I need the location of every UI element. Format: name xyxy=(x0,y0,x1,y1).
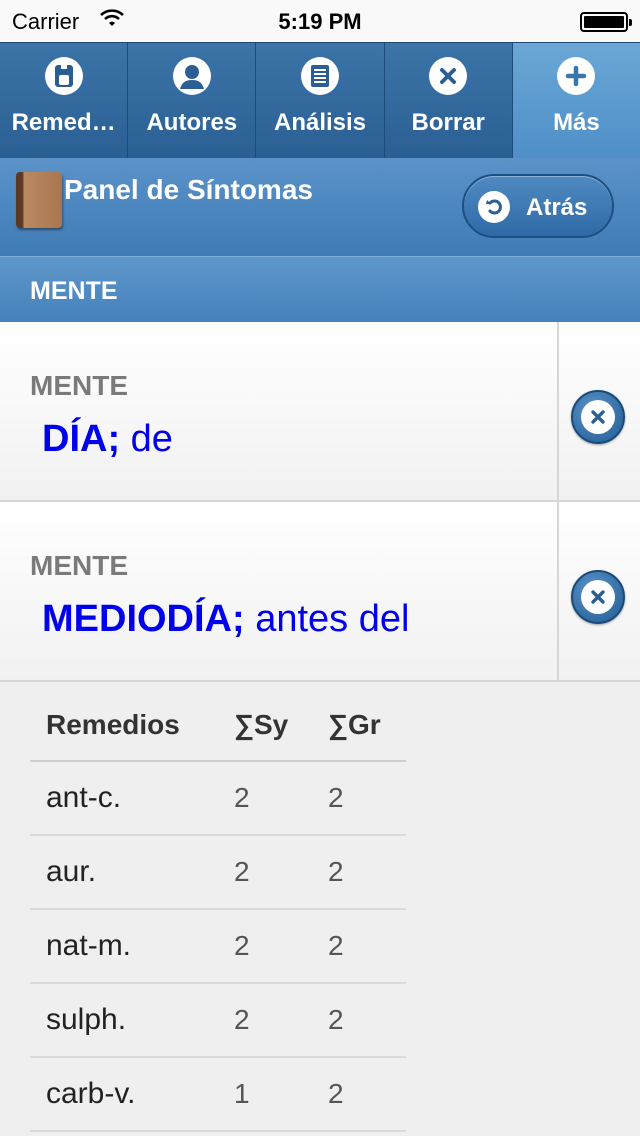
panel-header: Panel de Síntomas Atrás xyxy=(0,158,640,256)
tab-borrar[interactable]: Borrar xyxy=(385,43,513,158)
status-bar: Carrier 5:19 PM xyxy=(0,0,640,42)
section-header: MENTE xyxy=(0,256,640,322)
sum-symptoms: 2 xyxy=(234,930,250,961)
page-title: Panel de Síntomas xyxy=(64,174,313,205)
column-header-sum-symptoms[interactable]: ∑Sy xyxy=(234,709,328,741)
symptom-rubric[interactable]: MEDIODÍA; antes del xyxy=(42,598,409,641)
symptom-category: MENTE xyxy=(30,370,128,401)
symptom-row[interactable]: MENTE DÍA; de xyxy=(0,322,640,502)
tab-label: Borrar xyxy=(411,109,485,136)
tab-label: Análisis xyxy=(273,109,367,136)
table-row[interactable]: aur. 2 2 xyxy=(30,836,406,910)
clock: 5:19 PM xyxy=(278,9,362,34)
close-icon xyxy=(429,57,468,95)
rubric-main: DÍA; xyxy=(42,418,121,460)
symptom-category: MENTE xyxy=(30,550,128,581)
rubric-sub: antes del xyxy=(244,598,410,640)
person-icon xyxy=(172,57,211,95)
sum-grades: 2 xyxy=(328,930,344,961)
remedy-name: ant-c. xyxy=(46,781,122,814)
section-title: MENTE xyxy=(30,277,118,305)
sum-grades: 2 xyxy=(328,782,344,813)
remove-symptom-button[interactable] xyxy=(571,390,625,444)
remedy-name: aur. xyxy=(46,855,97,888)
remedy-name: carb-v. xyxy=(46,1077,136,1110)
plus-icon xyxy=(557,57,596,95)
table-header: Remedios ∑Sy ∑Gr xyxy=(30,690,406,762)
tab-analisis[interactable]: Análisis xyxy=(256,43,385,158)
tab-mas[interactable]: Más xyxy=(512,43,640,158)
symptom-row[interactable]: MENTE MEDIODÍA; antes del xyxy=(0,502,640,682)
table-row[interactable]: nat-m. 2 2 xyxy=(30,910,406,984)
back-button[interactable]: Atrás xyxy=(462,174,614,238)
tab-remedios[interactable]: Remed… xyxy=(0,43,129,158)
sum-symptoms: 2 xyxy=(234,1004,250,1035)
tab-label: Autores xyxy=(146,109,238,136)
sum-grades: 2 xyxy=(328,1004,344,1035)
tab-autores[interactable]: Autores xyxy=(128,43,257,158)
column-header-sum-grades[interactable]: ∑Gr xyxy=(328,709,406,741)
tab-label: Remed… xyxy=(11,109,116,136)
remedy-name: sulph. xyxy=(46,1003,127,1036)
symptom-list: MENTE DÍA; de MENTE MEDIODÍA; antes del xyxy=(0,322,640,682)
tab-bar: Remed… Autores Análisis Borrar Más xyxy=(0,42,640,158)
remedies-table: Remedios ∑Sy ∑Gr ant-c. 2 2 aur. 2 2 nat… xyxy=(30,690,406,1132)
book-icon xyxy=(16,172,62,228)
back-button-label: Atrás xyxy=(526,194,588,221)
row-divider xyxy=(557,502,559,680)
sum-symptoms: 2 xyxy=(234,856,250,887)
row-divider xyxy=(557,322,559,500)
rubric-main: MEDIODÍA; xyxy=(42,598,245,640)
remedy-name: nat-m. xyxy=(46,929,132,962)
rubric-sub: de xyxy=(120,418,173,460)
table-row[interactable]: ant-c. 2 2 xyxy=(30,762,406,836)
remove-symptom-button[interactable] xyxy=(571,570,625,624)
sum-grades: 2 xyxy=(328,856,344,887)
table-row[interactable]: carb-v. 1 2 xyxy=(30,1058,406,1132)
sum-symptoms: 1 xyxy=(234,1078,250,1109)
remedy-icon xyxy=(44,57,83,95)
sum-grades: 2 xyxy=(328,1078,344,1109)
symptom-rubric[interactable]: DÍA; de xyxy=(42,418,173,461)
undo-icon xyxy=(478,191,510,223)
table-row[interactable]: sulph. 2 2 xyxy=(30,984,406,1058)
tab-label: Más xyxy=(553,109,600,136)
close-icon xyxy=(581,400,615,434)
document-icon xyxy=(301,57,339,95)
sum-symptoms: 2 xyxy=(234,782,250,813)
close-icon xyxy=(581,580,615,614)
battery-icon xyxy=(580,12,632,32)
column-header-remedios[interactable]: Remedios xyxy=(30,709,234,741)
